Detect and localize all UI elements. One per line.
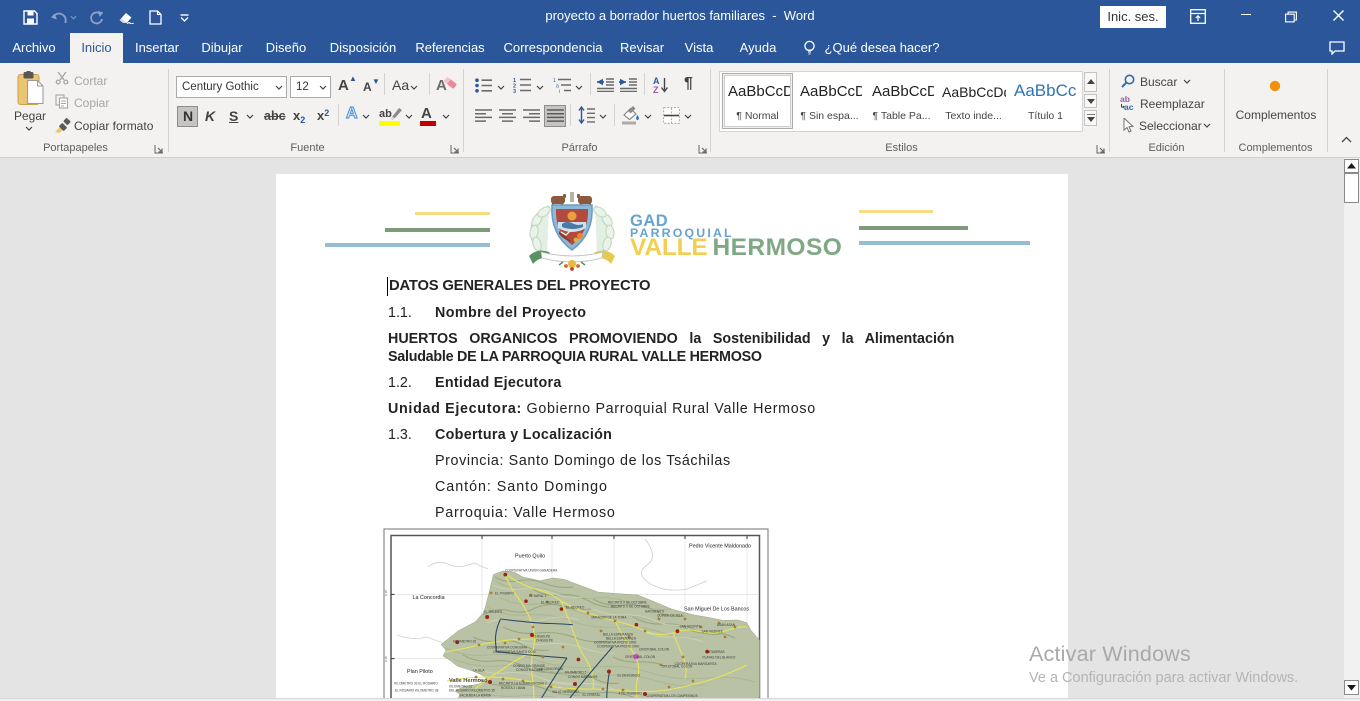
svg-text:Puerto Quito: Puerto Quito bbox=[515, 554, 545, 560]
svg-text:COOPERATIVA UNION GANADERA: COOPERATIVA UNION GANADERA bbox=[505, 569, 558, 573]
svg-text:MATASERAS: MATASERAS bbox=[706, 650, 725, 654]
svg-text:Valle Hermoso: Valle Hermoso bbox=[449, 678, 488, 684]
svg-text:ASAN ASAN: ASAN ASAN bbox=[717, 623, 736, 627]
svg-text:KILOMETRO 26: KILOMETRO 26 bbox=[453, 640, 476, 644]
svg-text:i: i bbox=[559, 89, 560, 93]
svg-text:KILOMETRO 32 EL ROSARIO: KILOMETRO 32 EL ROSARIO bbox=[394, 682, 438, 686]
svg-text:CHIGUILPE: CHIGUILPE bbox=[536, 639, 553, 643]
svg-text:LA ISLA: LA ISLA bbox=[473, 669, 485, 673]
svg-text:La Concordia: La Concordia bbox=[413, 595, 445, 601]
svg-text:ac: ac bbox=[1124, 102, 1134, 110]
svg-text:PLAYAS DEL BLANCO: PLAYAS DEL BLANCO bbox=[703, 656, 736, 660]
svg-text:VALLE HERMOSO: VALLE HERMOSO bbox=[552, 690, 580, 694]
svg-text:CRISTOBAL COLON: CRISTOBAL COLON bbox=[625, 655, 656, 659]
svg-text:SAN VICENTE: SAN VICENTE bbox=[680, 625, 701, 629]
svg-text:COOPERATIVA MARGARITA: COOPERATIVA MARGARITA bbox=[675, 662, 718, 666]
svg-text:0.15: 0.15 bbox=[384, 590, 388, 596]
svg-text:ROSITA 2 LIBAN: ROSITA 2 LIBAN bbox=[501, 686, 526, 690]
svg-text:LA CONCORDIA: LA CONCORDIA bbox=[539, 667, 564, 671]
svg-text:RECINTO LA ILUSION BRISAS 2: RECINTO LA ILUSION BRISAS 2 bbox=[499, 682, 547, 686]
svg-text:DEL ROSARIO KILOMETRO 35: DEL ROSARIO KILOMETRO 35 bbox=[449, 689, 495, 693]
svg-text:COOPERATIVA SANTO DOM: COOPERATIVA SANTO DOM bbox=[493, 650, 536, 654]
svg-text:COOPERATIVA PROTE ORO: COOPERATIVA PROTE ORO bbox=[597, 645, 640, 649]
svg-text:EL DESCANSO: EL DESCANSO bbox=[618, 674, 641, 678]
svg-text:Z: Z bbox=[653, 85, 659, 94]
svg-text:0.25: 0.25 bbox=[384, 656, 388, 662]
svg-text:EL TRIUNFO: EL TRIUNFO bbox=[495, 592, 514, 596]
svg-text:4 DE FEBRERO: 4 DE FEBRERO bbox=[619, 692, 643, 696]
svg-text:Pedro Vicente Maldonado: Pedro Vicente Maldonado bbox=[689, 544, 751, 550]
svg-text:COOPERATIVA CONGOMA: COOPERATIVA CONGOMA bbox=[487, 646, 528, 650]
svg-text:EL CRISTAL: EL CRISTAL bbox=[583, 693, 601, 697]
svg-text:EL TRIUNFO: EL TRIUNFO bbox=[484, 610, 503, 614]
svg-text:EL NAPAL 2: EL NAPAL 2 bbox=[529, 594, 547, 598]
svg-text:RECINTO 9 DE OCTUBRE: RECINTO 9 DE OCTUBRE bbox=[611, 605, 650, 609]
svg-text:EL RECREO: EL RECREO bbox=[566, 606, 585, 610]
svg-text:CRISTOBAL COLON: CRISTOBAL COLON bbox=[639, 648, 670, 652]
svg-text:San Miguel De Los Bancos: San Miguel De Los Bancos bbox=[684, 607, 749, 613]
svg-text:EL RECREO: EL RECREO bbox=[541, 601, 560, 605]
svg-text:EL ROSARIO KILOMETRO 38: EL ROSARIO KILOMETRO 38 bbox=[395, 689, 439, 693]
svg-text:QUINDE DE NILA: QUINDE DE NILA bbox=[657, 614, 684, 618]
svg-text:Plan Piloto: Plan Piloto bbox=[407, 669, 433, 675]
svg-text:HACIENDA LA MARIA: HACIENDA LA MARIA bbox=[459, 694, 492, 698]
svg-text:SAN VICENTE: SAN VICENTE bbox=[702, 630, 723, 634]
svg-text:ab: ab bbox=[379, 108, 392, 120]
svg-text:CONGO MACAMOS: CONGO MACAMOS bbox=[568, 675, 597, 679]
svg-text:MIRADOR DE LA TOMA: MIRADOR DE LA TOMA bbox=[592, 616, 628, 620]
svg-text:KILOMETRO 5: KILOMETRO 5 bbox=[565, 671, 587, 675]
svg-text:3: 3 bbox=[513, 89, 516, 93]
